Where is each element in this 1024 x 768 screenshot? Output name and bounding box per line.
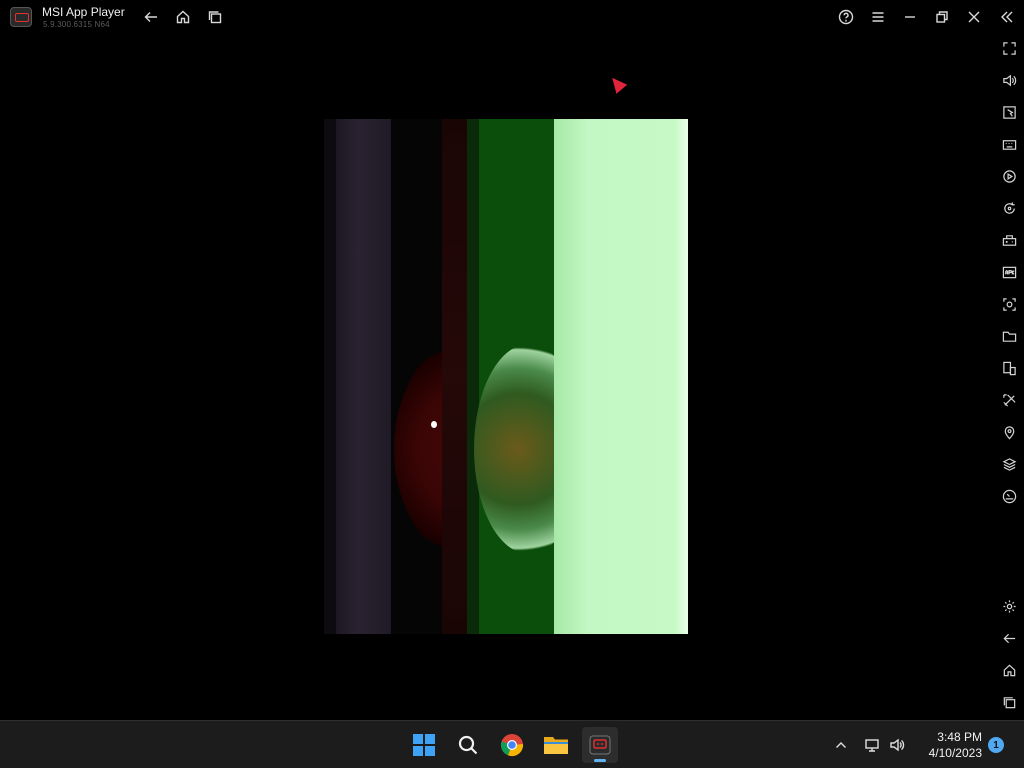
app-version: 5.9.300.6315 N64 <box>43 20 110 29</box>
minimize-button[interactable] <box>898 5 922 29</box>
menu-icon <box>872 12 884 22</box>
recent-apps-button[interactable] <box>203 5 227 29</box>
close-button[interactable] <box>962 5 986 29</box>
mouse-cursor-icon <box>606 73 628 94</box>
system-clock[interactable]: 3:48 PM 4/10/2023 <box>912 729 982 761</box>
file-explorer-icon <box>544 737 568 754</box>
right-sidebar <box>994 34 1024 720</box>
emulator-screen[interactable] <box>0 34 994 720</box>
restore-button[interactable] <box>930 5 954 29</box>
home-button[interactable] <box>171 5 195 29</box>
gamepad-button[interactable] <box>1000 231 1018 249</box>
network-icon <box>865 739 879 752</box>
collapse-sidebar-icon <box>1001 11 1013 23</box>
fullscreen-button[interactable] <box>1000 39 1018 57</box>
windows-taskbar: 3:48 PM 4/10/2023 1 <box>0 720 1024 768</box>
keyboard-icon <box>1002 139 1016 150</box>
apk-icon <box>1002 266 1016 278</box>
chrome-icon <box>500 734 524 757</box>
title-bar: MSI App Player 5.9.300.6315 N64 <box>0 0 1024 34</box>
rotate-icon <box>1003 201 1015 214</box>
help-button[interactable] <box>834 5 858 29</box>
settings-button[interactable] <box>1000 597 1018 615</box>
clock-time: 3:48 PM <box>937 730 982 744</box>
restore-icon <box>936 11 948 23</box>
keyboard-button[interactable] <box>1000 135 1018 153</box>
minimize-icon <box>905 16 915 18</box>
recent-apps-icon <box>1003 696 1015 708</box>
rotate-button[interactable] <box>1000 199 1018 217</box>
screenshot-button[interactable] <box>1000 295 1018 313</box>
notification-badge[interactable]: 1 <box>988 737 1004 753</box>
menu-button[interactable] <box>866 5 890 29</box>
home-icon <box>1003 664 1015 676</box>
pointer-button[interactable] <box>1000 103 1018 121</box>
volume-button[interactable] <box>1000 71 1018 89</box>
back-button[interactable] <box>139 5 163 29</box>
apk-button[interactable] <box>1000 263 1018 281</box>
folder-icon <box>1002 331 1016 342</box>
settings-icon <box>1002 599 1016 613</box>
collapse-sidebar-button[interactable] <box>995 5 1019 29</box>
light-green-strip <box>554 119 688 634</box>
volume-icon <box>1002 74 1016 86</box>
screenshot-icon <box>1002 297 1016 311</box>
macro-button[interactable] <box>1000 167 1018 185</box>
msi-app-player-icon <box>589 735 611 755</box>
macro-icon <box>1002 169 1016 183</box>
back-icon <box>144 12 157 22</box>
performance-button[interactable] <box>1000 487 1018 505</box>
fullscreen-icon <box>1002 41 1016 55</box>
sidebar-back-button[interactable] <box>1000 629 1018 647</box>
purple-strip <box>336 119 391 634</box>
msi-app-player-taskbar-button[interactable] <box>582 727 618 763</box>
eco-mode-icon <box>1002 393 1016 407</box>
layers-button[interactable] <box>1000 455 1018 473</box>
multi-instance-icon <box>1002 361 1016 375</box>
back-icon <box>1002 633 1015 643</box>
volume-icon <box>890 738 905 752</box>
location-button[interactable] <box>1000 423 1018 441</box>
pointer-icon <box>1002 105 1016 119</box>
start-button[interactable] <box>406 727 442 763</box>
gamepad-icon <box>1002 234 1016 246</box>
search-icon <box>458 735 478 755</box>
clock-date: 4/10/2023 <box>928 746 982 760</box>
eye-glint <box>431 421 437 428</box>
show-hidden-icons-button[interactable] <box>831 735 851 755</box>
search-button[interactable] <box>450 727 486 763</box>
sidebar-recent-apps-button[interactable] <box>1000 693 1018 711</box>
app-title: MSI App Player <box>42 5 125 19</box>
help-icon <box>838 9 854 25</box>
location-icon <box>1004 425 1014 439</box>
app-logo-icon <box>10 7 32 27</box>
sidebar-home-button[interactable] <box>1000 661 1018 679</box>
file-explorer-button[interactable] <box>538 727 574 763</box>
video-frame[interactable] <box>324 119 688 634</box>
layers-icon <box>1002 457 1016 471</box>
folder-button[interactable] <box>1000 327 1018 345</box>
volume-tray-button[interactable] <box>887 735 907 755</box>
performance-icon <box>1002 489 1016 503</box>
recent-apps-icon <box>208 11 222 24</box>
chrome-button[interactable] <box>494 727 530 763</box>
multi-instance-button[interactable] <box>1000 359 1018 377</box>
start-icon <box>413 734 435 756</box>
eco-mode-button[interactable] <box>1000 391 1018 409</box>
close-icon <box>968 11 980 23</box>
network-button[interactable] <box>862 735 882 755</box>
chevron-up-icon <box>836 742 846 748</box>
home-icon <box>176 10 190 24</box>
